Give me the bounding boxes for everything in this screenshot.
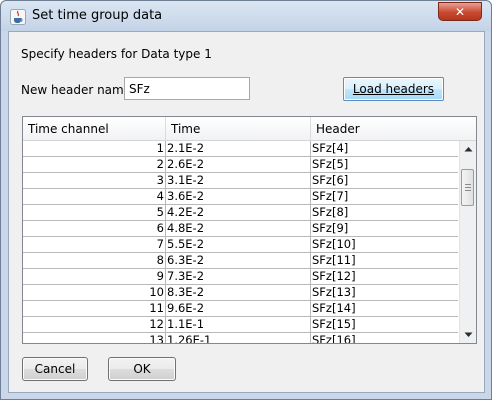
scrollbar-thumb[interactable]: [461, 169, 474, 206]
scroll-down-button[interactable]: [460, 327, 476, 343]
instructions-heading: Specify headers for Data type 1: [21, 47, 212, 61]
column-header-time-channel[interactable]: Time channel: [23, 117, 166, 141]
headers-table[interactable]: Time channel Time Header 1 2.1E-2 SFz[4]…: [22, 116, 477, 344]
table-row[interactable]: 4 3.6E-2 SFz[7]: [23, 189, 458, 205]
time-channel-cell[interactable]: 5: [23, 205, 166, 221]
header-cell[interactable]: SFz[11]: [311, 253, 458, 269]
header-cell[interactable]: SFz[12]: [311, 269, 458, 285]
thumb-grip-line: [465, 187, 471, 188]
column-header-header[interactable]: Header: [311, 117, 476, 141]
header-cell[interactable]: SFz[6]: [311, 173, 458, 189]
header-cell[interactable]: SFz[14]: [311, 301, 458, 317]
time-channel-cell[interactable]: 12: [23, 317, 166, 333]
header-cell[interactable]: SFz[5]: [311, 157, 458, 173]
load-headers-label: Load headers: [352, 82, 435, 96]
header-cell[interactable]: SFz[16]: [311, 333, 458, 343]
time-channel-cell[interactable]: 7: [23, 237, 166, 253]
close-icon[interactable]: ✕: [455, 5, 465, 19]
time-cell[interactable]: 1.26E-1: [166, 333, 311, 343]
time-cell[interactable]: 2.1E-2: [166, 141, 311, 157]
table-row[interactable]: 5 4.2E-2 SFz[8]: [23, 205, 458, 221]
cancel-button[interactable]: Cancel: [22, 357, 88, 381]
header-name-input[interactable]: [124, 77, 250, 100]
table-header: Time channel Time Header: [23, 117, 476, 141]
header-cell[interactable]: SFz[15]: [311, 317, 458, 333]
table-row[interactable]: 13 1.26E-1 SFz[16]: [23, 333, 458, 343]
column-header-time[interactable]: Time: [166, 117, 311, 141]
header-cell[interactable]: SFz[8]: [311, 205, 458, 221]
time-cell[interactable]: 6.3E-2: [166, 253, 311, 269]
table-row[interactable]: 6 4.8E-2 SFz[9]: [23, 221, 458, 237]
time-cell[interactable]: 3.6E-2: [166, 189, 311, 205]
table-row[interactable]: 9 7.3E-2 SFz[12]: [23, 269, 458, 285]
header-cell[interactable]: SFz[13]: [311, 285, 458, 301]
time-channel-cell[interactable]: 13: [23, 333, 166, 343]
time-channel-cell[interactable]: 3: [23, 173, 166, 189]
table-row[interactable]: 8 6.3E-2 SFz[11]: [23, 253, 458, 269]
header-cell[interactable]: SFz[10]: [311, 237, 458, 253]
window-title: Set time group data: [32, 8, 163, 23]
time-channel-cell[interactable]: 2: [23, 157, 166, 173]
table-row[interactable]: 10 8.3E-2 SFz[13]: [23, 285, 458, 301]
load-headers-button[interactable]: Load headers: [343, 77, 444, 101]
time-cell[interactable]: 4.2E-2: [166, 205, 311, 221]
title-bar[interactable]: Set time group data ✕: [1, 1, 491, 31]
header-cell[interactable]: SFz[7]: [311, 189, 458, 205]
header-name-label: New header name:: [21, 83, 136, 97]
ok-button[interactable]: OK: [108, 357, 176, 381]
scroll-up-button[interactable]: [460, 141, 476, 157]
table-row[interactable]: 11 9.6E-2 SFz[14]: [23, 301, 458, 317]
close-button[interactable]: ✕: [438, 2, 482, 21]
time-cell[interactable]: 4.8E-2: [166, 221, 311, 237]
ok-button-label: OK: [133, 362, 151, 376]
dialog-window: Set time group data ✕ Specify headers fo…: [0, 0, 492, 400]
java-coffee-cup-icon: [10, 9, 26, 25]
time-channel-cell[interactable]: 9: [23, 269, 166, 285]
time-cell[interactable]: 2.6E-2: [166, 157, 311, 173]
cancel-button-label: Cancel: [34, 362, 76, 376]
table-row[interactable]: 12 1.1E-1 SFz[15]: [23, 317, 458, 333]
time-channel-cell[interactable]: 11: [23, 301, 166, 317]
header-cell[interactable]: SFz[4]: [311, 141, 458, 157]
table-row[interactable]: 1 2.1E-2 SFz[4]: [23, 141, 458, 157]
vertical-scrollbar[interactable]: [459, 141, 476, 343]
time-channel-cell[interactable]: 8: [23, 253, 166, 269]
thumb-grip-line: [465, 190, 471, 191]
table-body: 1 2.1E-2 SFz[4] 2 2.6E-2 SFz[5] 3 3.1E-2…: [23, 141, 458, 343]
header-cell[interactable]: SFz[9]: [311, 221, 458, 237]
dialog-content: Specify headers for Data type 1 New head…: [8, 31, 485, 393]
time-cell[interactable]: 7.3E-2: [166, 269, 311, 285]
time-channel-cell[interactable]: 6: [23, 221, 166, 237]
time-cell[interactable]: 5.5E-2: [166, 237, 311, 253]
table-row[interactable]: 3 3.1E-2 SFz[6]: [23, 173, 458, 189]
scroll-up-arrow-icon: [464, 147, 472, 152]
time-channel-cell[interactable]: 4: [23, 189, 166, 205]
time-cell[interactable]: 1.1E-1: [166, 317, 311, 333]
time-cell[interactable]: 3.1E-2: [166, 173, 311, 189]
time-cell[interactable]: 9.6E-2: [166, 301, 311, 317]
scroll-down-arrow-icon: [464, 332, 472, 337]
time-channel-cell[interactable]: 1: [23, 141, 166, 157]
time-channel-cell[interactable]: 10: [23, 285, 166, 301]
table-row[interactable]: 2 2.6E-2 SFz[5]: [23, 157, 458, 173]
thumb-grip-line: [465, 184, 471, 185]
time-cell[interactable]: 8.3E-2: [166, 285, 311, 301]
table-row[interactable]: 7 5.5E-2 SFz[10]: [23, 237, 458, 253]
